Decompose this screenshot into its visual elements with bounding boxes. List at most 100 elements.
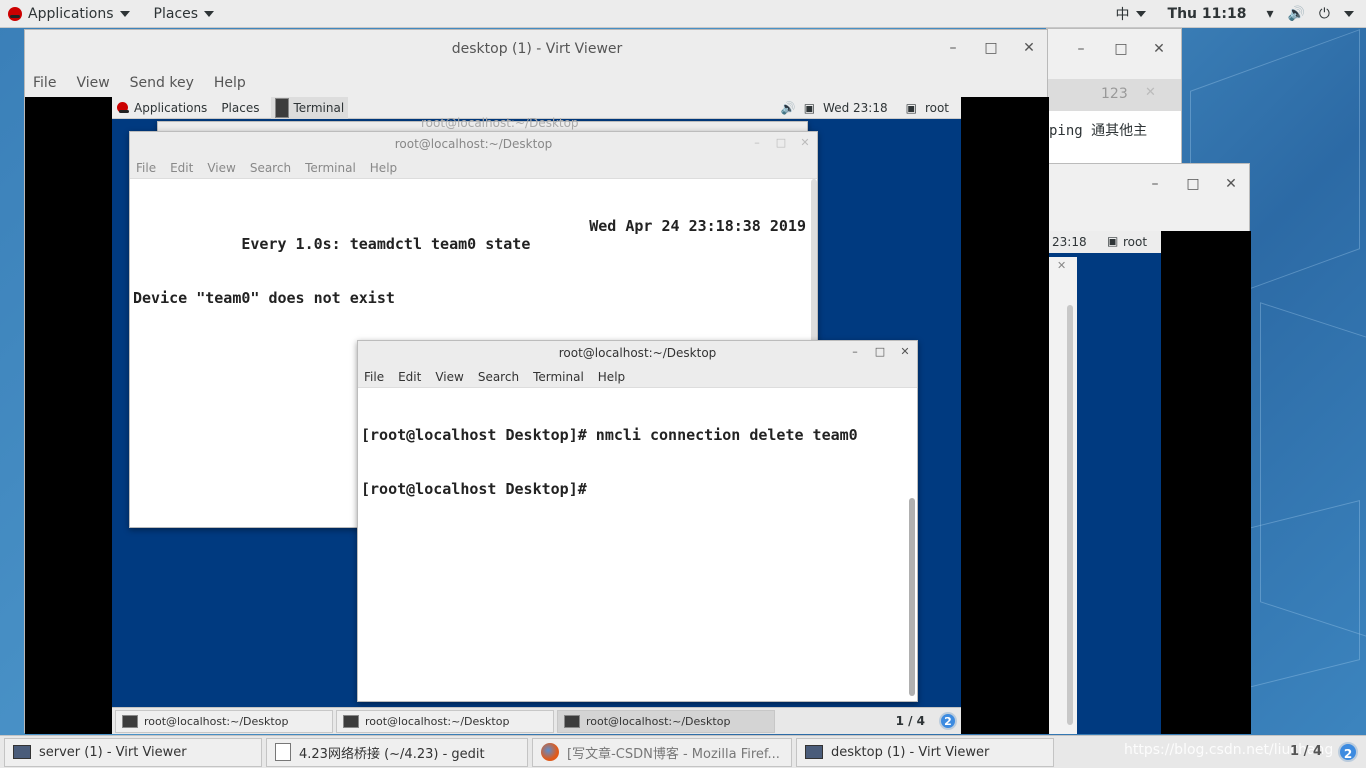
maximize-icon[interactable]: □: [1185, 176, 1201, 192]
menu-edit[interactable]: Edit: [398, 370, 421, 384]
monitor-icon: [805, 745, 823, 759]
notification-badge[interactable]: 2: [1338, 742, 1358, 762]
scrollbar[interactable]: [1067, 305, 1073, 725]
terminal-label: Terminal: [293, 100, 345, 115]
minimize-icon[interactable]: –: [945, 40, 961, 56]
maximize-icon[interactable]: □: [773, 136, 789, 149]
guest-user[interactable]: root: [925, 101, 949, 115]
task-firefox[interactable]: [写文章-CSDN博客 - Mozilla Firef...: [532, 737, 792, 767]
menu-search[interactable]: Search: [250, 161, 291, 175]
menu-send-key[interactable]: Send key: [130, 75, 194, 91]
menu-file[interactable]: File: [33, 75, 56, 91]
guest-desktop[interactable]: Applications Places Terminal 🔊 ▣ Wed 23:…: [112, 97, 961, 734]
tab-label[interactable]: 123: [1101, 86, 1128, 102]
command-line: [root@localhost Desktop]# nmcli connecti…: [361, 426, 858, 444]
redhat-logo-icon: [8, 6, 22, 21]
maximize-icon[interactable]: □: [1113, 41, 1129, 57]
guest-top-bar: 23:18 ▣ root: [1047, 231, 1161, 253]
user-icon[interactable]: ▣: [906, 101, 917, 115]
workspace-indicator[interactable]: 1 / 4: [1290, 744, 1322, 759]
close-icon[interactable]: ✕: [797, 136, 813, 149]
applications-menu[interactable]: Applications: [0, 6, 138, 22]
wifi-icon[interactable]: ▾: [1266, 6, 1273, 22]
guest-clock[interactable]: Wed 23:18: [823, 101, 888, 115]
minimize-icon[interactable]: –: [1073, 41, 1089, 57]
input-method-menu[interactable]: 中: [1116, 4, 1146, 24]
virt-viewer-window[interactable]: desktop (1) - Virt Viewer – □ ✕ File Vie…: [24, 29, 1049, 734]
user-icon: ▣: [1107, 234, 1119, 248]
menu-help[interactable]: Help: [598, 370, 625, 384]
body-text: ping 通其他主: [1049, 123, 1148, 139]
menu-file[interactable]: File: [136, 161, 156, 175]
scrollbar[interactable]: [909, 498, 915, 696]
close-icon[interactable]: ✕: [1145, 85, 1156, 100]
chevron-down-icon[interactable]: [1344, 10, 1354, 17]
terminal-icon: [275, 97, 290, 118]
menu-view[interactable]: View: [76, 75, 109, 91]
task-desktop-virt-viewer[interactable]: desktop (1) - Virt Viewer: [796, 737, 1054, 767]
task-label: root@localhost:~/Desktop: [144, 714, 289, 728]
close-icon[interactable]: ✕: [1151, 41, 1167, 57]
close-icon[interactable]: ✕: [1021, 40, 1037, 56]
maximize-icon[interactable]: □: [872, 345, 888, 358]
menu-help[interactable]: Help: [370, 161, 397, 175]
window-title: root@localhost:~/Desktop: [421, 116, 579, 130]
background-window[interactable]: – □ ✕ 123 ✕ ping 通其他主: [1046, 28, 1182, 163]
window-title: root@localhost:~/Desktop: [358, 341, 917, 366]
guest-task-terminal-active[interactable]: root@localhost:~/Desktop: [557, 709, 775, 733]
minimize-icon[interactable]: –: [749, 136, 765, 149]
terminal-icon: [122, 714, 138, 728]
menu-bar: File View Send key Help: [25, 68, 1049, 97]
menu-help[interactable]: Help: [214, 75, 246, 91]
notification-badge[interactable]: 2: [939, 712, 957, 730]
menu-edit[interactable]: Edit: [170, 161, 193, 175]
task-label: root@localhost:~/Desktop: [365, 714, 510, 728]
guest-taskbar: root@localhost:~/Desktop root@localhost:…: [112, 707, 961, 734]
menu-search[interactable]: Search: [478, 370, 519, 384]
input-method-label: 中: [1115, 6, 1130, 23]
guest-places-menu[interactable]: Places: [221, 101, 259, 115]
text-area: ping 通其他主: [1047, 111, 1181, 163]
window-title: root@localhost:~/Desktop: [130, 132, 817, 157]
chevron-down-icon: [1135, 10, 1146, 17]
guest-display: 23:18 ▣ root ✕: [1047, 231, 1251, 734]
task-label: desktop (1) - Virt Viewer: [831, 744, 990, 760]
minimize-icon[interactable]: –: [847, 345, 863, 358]
guest-terminal-app[interactable]: Terminal: [271, 97, 349, 119]
task-gedit[interactable]: 4.23网络桥接 (~/4.23) - gedit: [266, 737, 528, 767]
window-title: desktop (1) - Virt Viewer: [451, 41, 623, 57]
menu-file[interactable]: File: [364, 370, 384, 384]
clock[interactable]: Thu 11:18: [1168, 6, 1247, 22]
terminal-icon: [343, 714, 359, 728]
guest-task-terminal[interactable]: root@localhost:~/Desktop: [115, 709, 333, 733]
maximize-icon[interactable]: □: [983, 40, 999, 56]
places-menu[interactable]: Places: [146, 6, 223, 22]
network-icon[interactable]: ▣: [804, 101, 815, 115]
menu-view[interactable]: View: [207, 161, 235, 175]
host-top-bar: Applications Places 中 Thu 11:18 ▾ 🔊 ⏻: [0, 0, 1366, 28]
guest-task-terminal[interactable]: root@localhost:~/Desktop: [336, 709, 554, 733]
terminal-icon: [564, 714, 580, 728]
menu-terminal[interactable]: Terminal: [305, 161, 356, 175]
power-icon[interactable]: ⏻: [1319, 6, 1330, 22]
task-label: 4.23网络桥接 (~/4.23) - gedit: [299, 746, 485, 762]
terminal-window-active[interactable]: root@localhost:~/Desktop – □ ✕ File Edit…: [357, 340, 918, 702]
close-icon[interactable]: ✕: [897, 345, 913, 358]
close-icon[interactable]: ✕: [1057, 259, 1066, 272]
close-icon[interactable]: ✕: [1223, 176, 1239, 192]
volume-icon[interactable]: 🔊: [781, 101, 796, 115]
terminal-output[interactable]: [root@localhost Desktop]# nmcli connecti…: [358, 388, 917, 701]
guest-applications-menu[interactable]: Applications: [134, 101, 207, 115]
minimize-icon[interactable]: –: [1147, 176, 1163, 192]
menu-terminal[interactable]: Terminal: [533, 370, 584, 384]
volume-icon[interactable]: 🔊: [1287, 6, 1304, 22]
background-window[interactable]: – □ ✕ 23:18 ▣ root ✕: [1046, 163, 1251, 734]
places-label: Places: [153, 5, 199, 22]
guest-display[interactable]: Applications Places Terminal 🔊 ▣ Wed 23:…: [25, 97, 1049, 734]
chevron-down-icon: [119, 10, 130, 17]
terminal-window[interactable]: ✕: [1047, 257, 1077, 734]
workspace-indicator[interactable]: 1 / 4: [896, 714, 925, 728]
task-server-virt-viewer[interactable]: server (1) - Virt Viewer: [4, 737, 262, 767]
terminal-menu-bar: File Edit View Search Terminal Help: [130, 157, 817, 179]
menu-view[interactable]: View: [435, 370, 463, 384]
